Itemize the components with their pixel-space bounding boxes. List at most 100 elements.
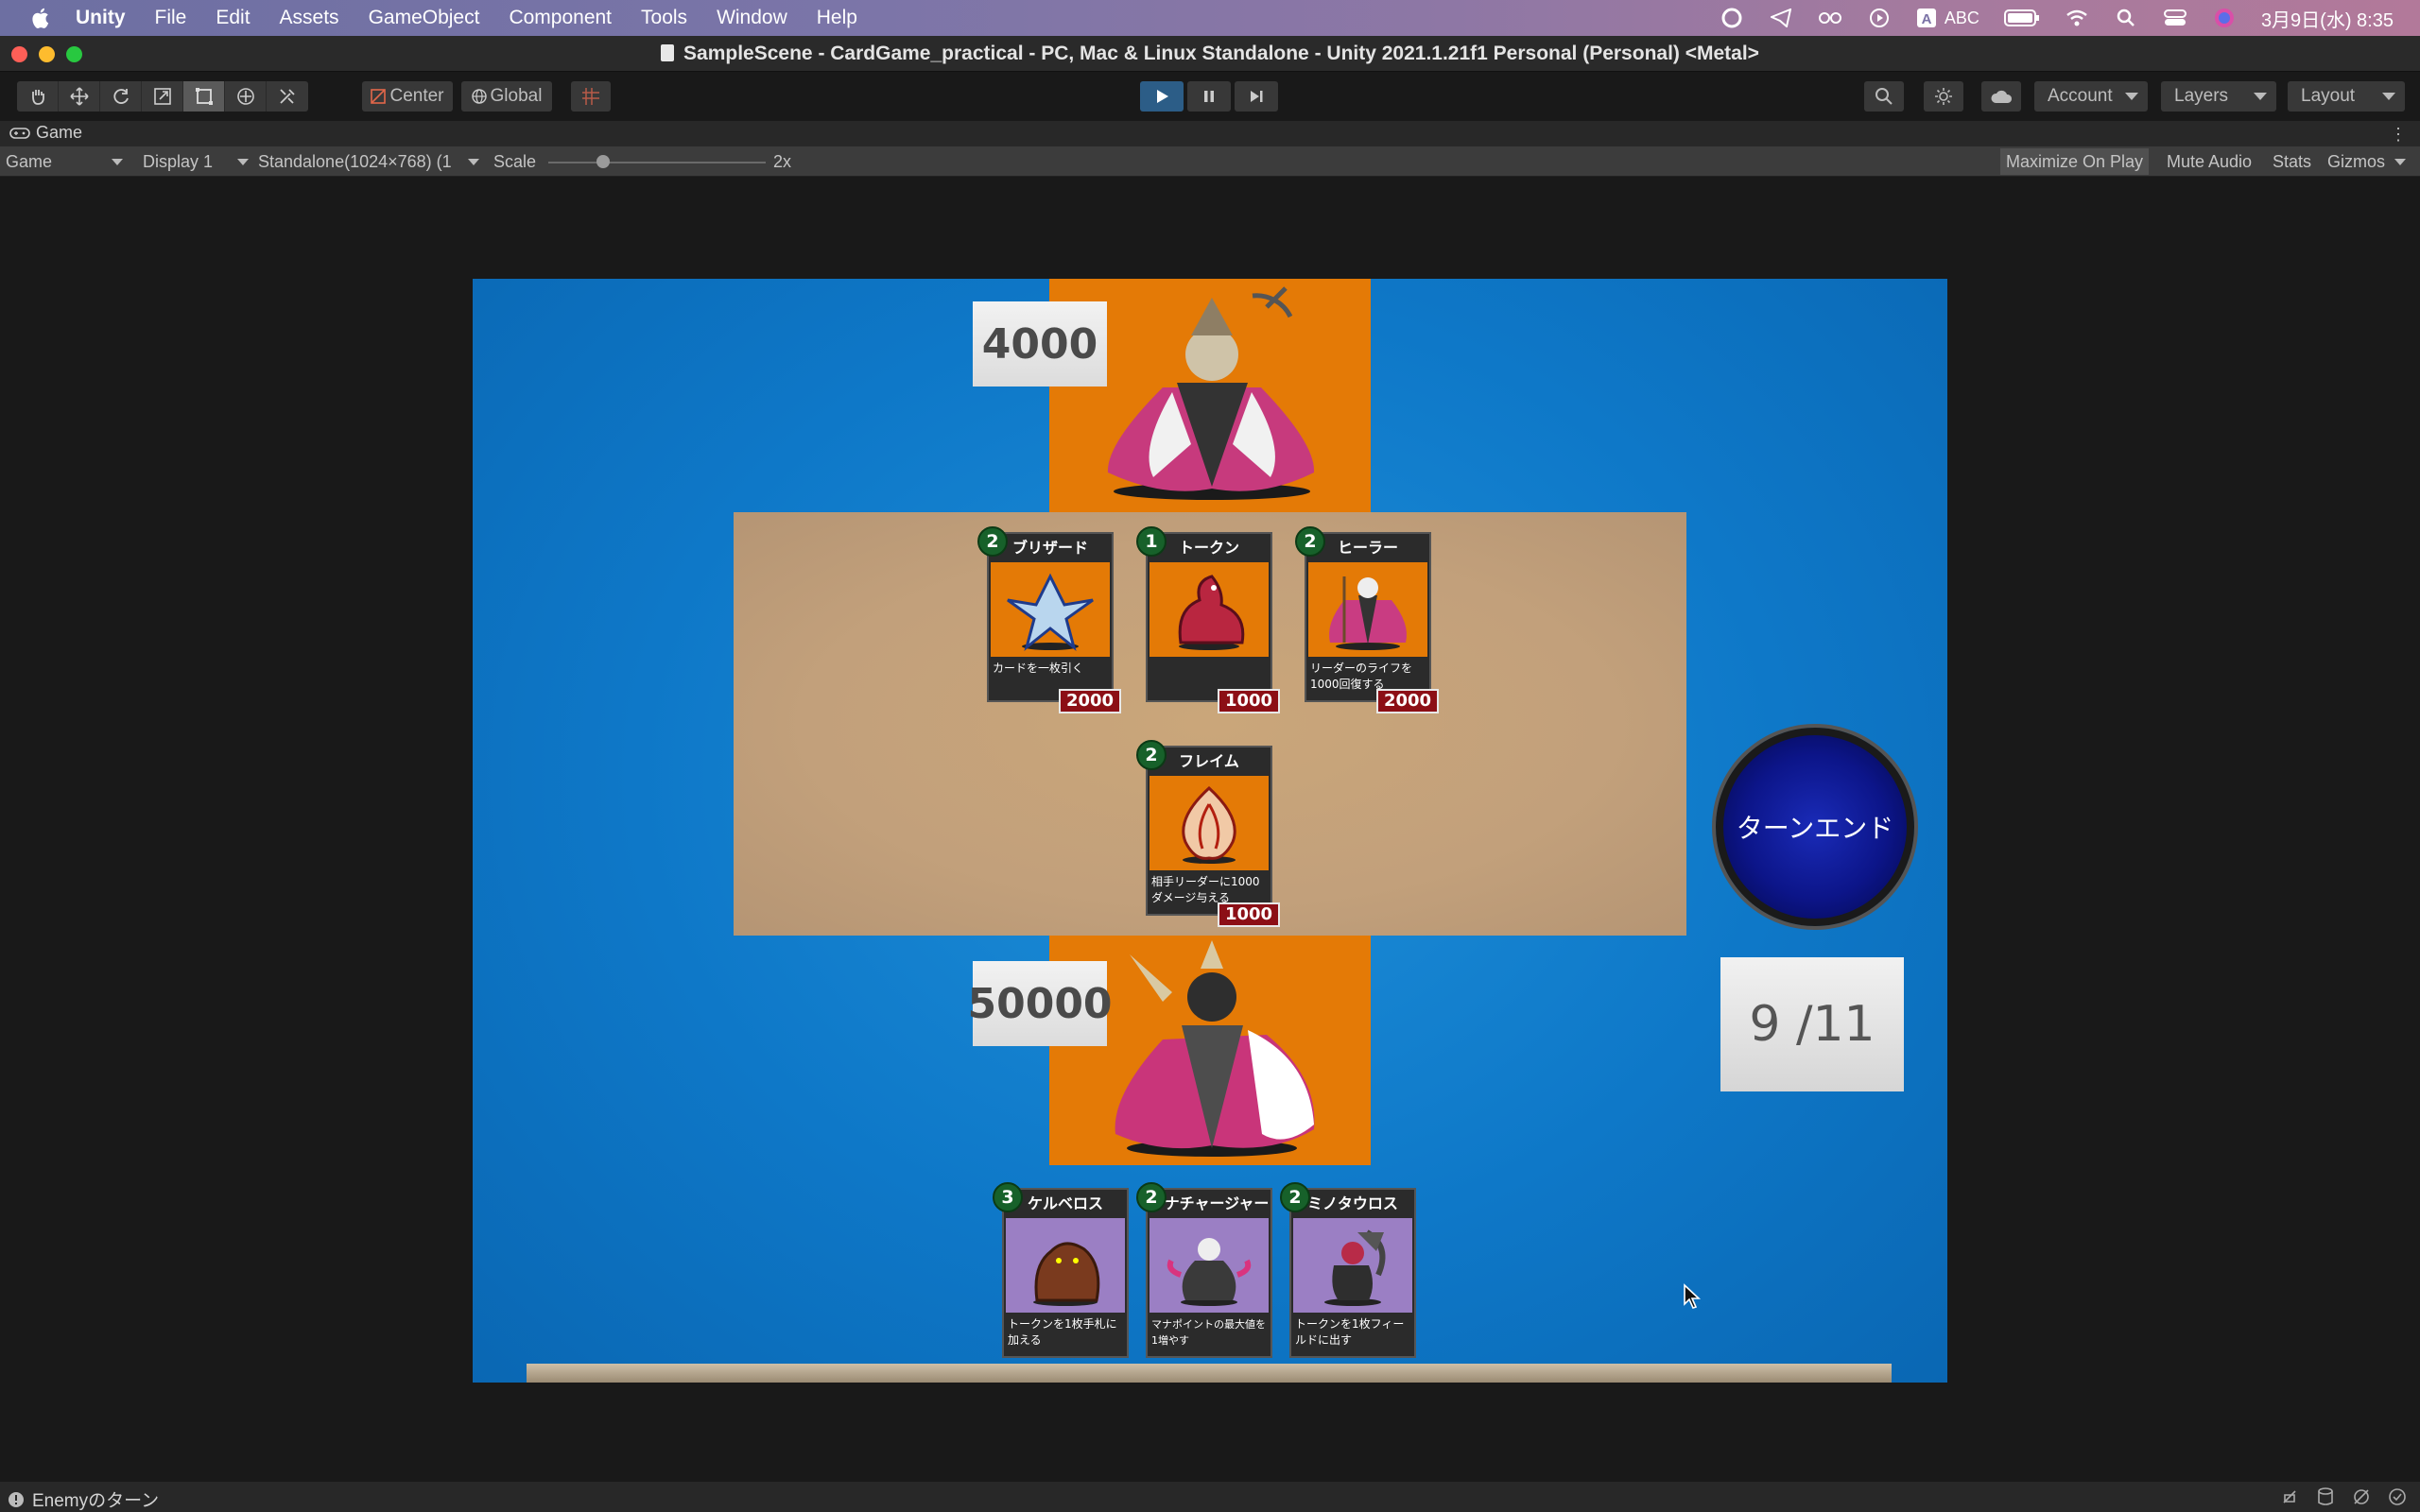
card-attack-badge: 2000 (1376, 689, 1439, 713)
mouse-cursor-icon (1684, 1283, 1702, 1309)
layout-dropdown[interactable]: Layout (2288, 81, 2405, 112)
hand-card-cerberus[interactable]: ケルベロス トークンを1枚手札に加える 3 (993, 1182, 1129, 1358)
pause-icon (1204, 91, 1214, 102)
card-ability-text: カードを一枚引く (993, 662, 1084, 675)
collab-button[interactable] (1924, 81, 1963, 112)
mana-charger-icon (1150, 1218, 1269, 1313)
custom-tool-icon[interactable] (267, 81, 308, 112)
pivot-rotation-button[interactable]: Global (461, 81, 552, 112)
scale-tool-icon[interactable] (142, 81, 183, 112)
play-circle-icon[interactable] (1867, 8, 1892, 28)
input-source-icon[interactable]: A ABC (1916, 8, 1979, 28)
scale-slider[interactable] (548, 155, 766, 168)
menu-file[interactable]: File (155, 7, 187, 29)
battery-icon[interactable] (2003, 8, 2040, 28)
auto-generate-lighting-icon[interactable] (2352, 1487, 2371, 1506)
game-tab-label: Game (36, 123, 83, 142)
cerberus-icon (1006, 1218, 1125, 1313)
field-card-flame[interactable]: フレイム 相手リーダーに1000ダメージ与える 2 1000 (1136, 740, 1280, 927)
menu-component[interactable]: Component (509, 7, 612, 29)
console-message[interactable]: Enemyのターン (8, 1486, 159, 1512)
card-ability-text: トークンを1枚手札に加える (1008, 1317, 1117, 1347)
tab-menu-icon[interactable]: ⋮ (2390, 125, 2407, 145)
game-viewport[interactable]: 4000 ブリザード カードを一枚引く 2 2000 トークン 1 1000 ヒ… (473, 279, 1947, 1383)
play-icon (1157, 90, 1168, 103)
gizmos-label: Gizmos (2327, 151, 2386, 171)
display-dropdown[interactable]: Display 1 (143, 150, 249, 173)
resolution-dropdown[interactable]: Standalone(1024×768) (1 (258, 150, 479, 173)
menubar-clock[interactable]: 3月9日(水) 8:35 (2261, 5, 2394, 32)
play-button[interactable] (1140, 81, 1184, 112)
card-cost-badge: 1 (1136, 526, 1167, 557)
pivot-mode-button[interactable]: Center (362, 81, 453, 112)
field-card-token[interactable]: トークン 1 1000 (1136, 526, 1280, 713)
game-tab[interactable]: Game (9, 123, 82, 143)
enemy-life-display: 4000 (973, 301, 1107, 387)
hand-tool-icon[interactable] (17, 81, 59, 112)
account-dropdown[interactable]: Account (2034, 81, 2148, 112)
apple-menu-icon[interactable] (30, 7, 49, 29)
display-dropdown-label: Display 1 (143, 151, 214, 171)
step-button[interactable] (1235, 81, 1278, 112)
gizmos-toggle[interactable]: Gizmos (2322, 148, 2411, 175)
stats-toggle[interactable]: Stats (2267, 148, 2317, 175)
card-cost-badge: 2 (977, 526, 1008, 557)
hand-card-mana-charger[interactable]: マナチャージャー マナポイントの最大値を1増やす 2 (1136, 1182, 1272, 1358)
rotate-tool-icon[interactable] (100, 81, 142, 112)
window-titlebar: SampleScene - CardGame_practical - PC, M… (0, 36, 2420, 72)
field-card-healer[interactable]: ヒーラー リーダーのライフを1000回復する 2 2000 (1295, 526, 1439, 713)
cloud-icon (1991, 90, 2013, 103)
maximize-on-play-toggle[interactable]: Maximize On Play (2000, 148, 2150, 175)
macos-menubar: Unity File Edit Assets GameObject Compon… (0, 0, 2420, 36)
menu-window[interactable]: Window (717, 7, 787, 29)
pivot-mode-label: Center (389, 86, 444, 106)
transform-tool-icon[interactable] (225, 81, 267, 112)
cloud-button[interactable] (1981, 81, 2021, 112)
layers-dropdown[interactable]: Layers (2161, 81, 2276, 112)
battle-field[interactable]: ブリザード カードを一枚引く 2 2000 トークン 1 1000 ヒーラー リ… (734, 512, 1686, 936)
player-life-display: 50000 (967, 961, 1113, 1046)
mute-audio-toggle[interactable]: Mute Audio (2161, 148, 2257, 175)
menu-edit[interactable]: Edit (216, 7, 250, 29)
transform-tools (17, 81, 308, 112)
control-center-icon[interactable] (2163, 8, 2187, 28)
card-attack-badge: 2000 (1059, 689, 1121, 713)
pivot-rotation-label: Global (490, 86, 543, 106)
menu-help[interactable]: Help (817, 7, 857, 29)
grid-snap-icon (582, 88, 599, 105)
dragon-token-icon (1150, 562, 1269, 657)
spotlight-search-icon[interactable] (2114, 8, 2138, 28)
turn-end-button[interactable]: ターンエンド (1716, 728, 1914, 926)
menu-assets[interactable]: Assets (280, 7, 339, 29)
debug-icon[interactable] (2280, 1487, 2299, 1506)
database-icon[interactable] (2316, 1487, 2335, 1506)
siri-icon[interactable] (2212, 8, 2237, 28)
gamepad-icon (9, 127, 30, 139)
scale-slider-thumb[interactable] (596, 155, 610, 168)
menu-unity[interactable]: Unity (76, 7, 126, 29)
rect-tool-icon[interactable] (183, 81, 225, 112)
pause-button[interactable] (1187, 81, 1231, 112)
move-tool-icon[interactable] (59, 81, 100, 112)
document-icon (661, 44, 675, 61)
card-cost-badge: 2 (1280, 1182, 1310, 1212)
globe-icon (471, 89, 487, 104)
sun-icon (1935, 88, 1952, 105)
search-button[interactable] (1864, 81, 1904, 112)
creative-cloud-icon[interactable] (1720, 8, 1744, 28)
view-dropdown[interactable]: Game (6, 150, 123, 173)
wifi-icon[interactable] (2065, 8, 2089, 28)
grid-snapping-button[interactable] (571, 81, 611, 112)
check-circle-icon[interactable] (2388, 1487, 2407, 1506)
status-bar: Enemyのターン (0, 1482, 2420, 1512)
field-card-blizzard[interactable]: ブリザード カードを一枚引く 2 2000 (977, 526, 1121, 713)
step-icon (1251, 91, 1263, 102)
telegram-icon[interactable] (1769, 8, 1793, 28)
hand-card-minotaur[interactable]: ミノタウロス トークンを1枚フィールドに出す 2 (1280, 1182, 1416, 1358)
menu-tools[interactable]: Tools (641, 7, 687, 29)
ice-creature-icon (991, 562, 1110, 657)
layout-label: Layout (2301, 86, 2356, 106)
menu-gameobject[interactable]: GameObject (369, 7, 480, 29)
glasses-icon[interactable] (1818, 8, 1842, 28)
chevron-down-icon (237, 158, 249, 165)
